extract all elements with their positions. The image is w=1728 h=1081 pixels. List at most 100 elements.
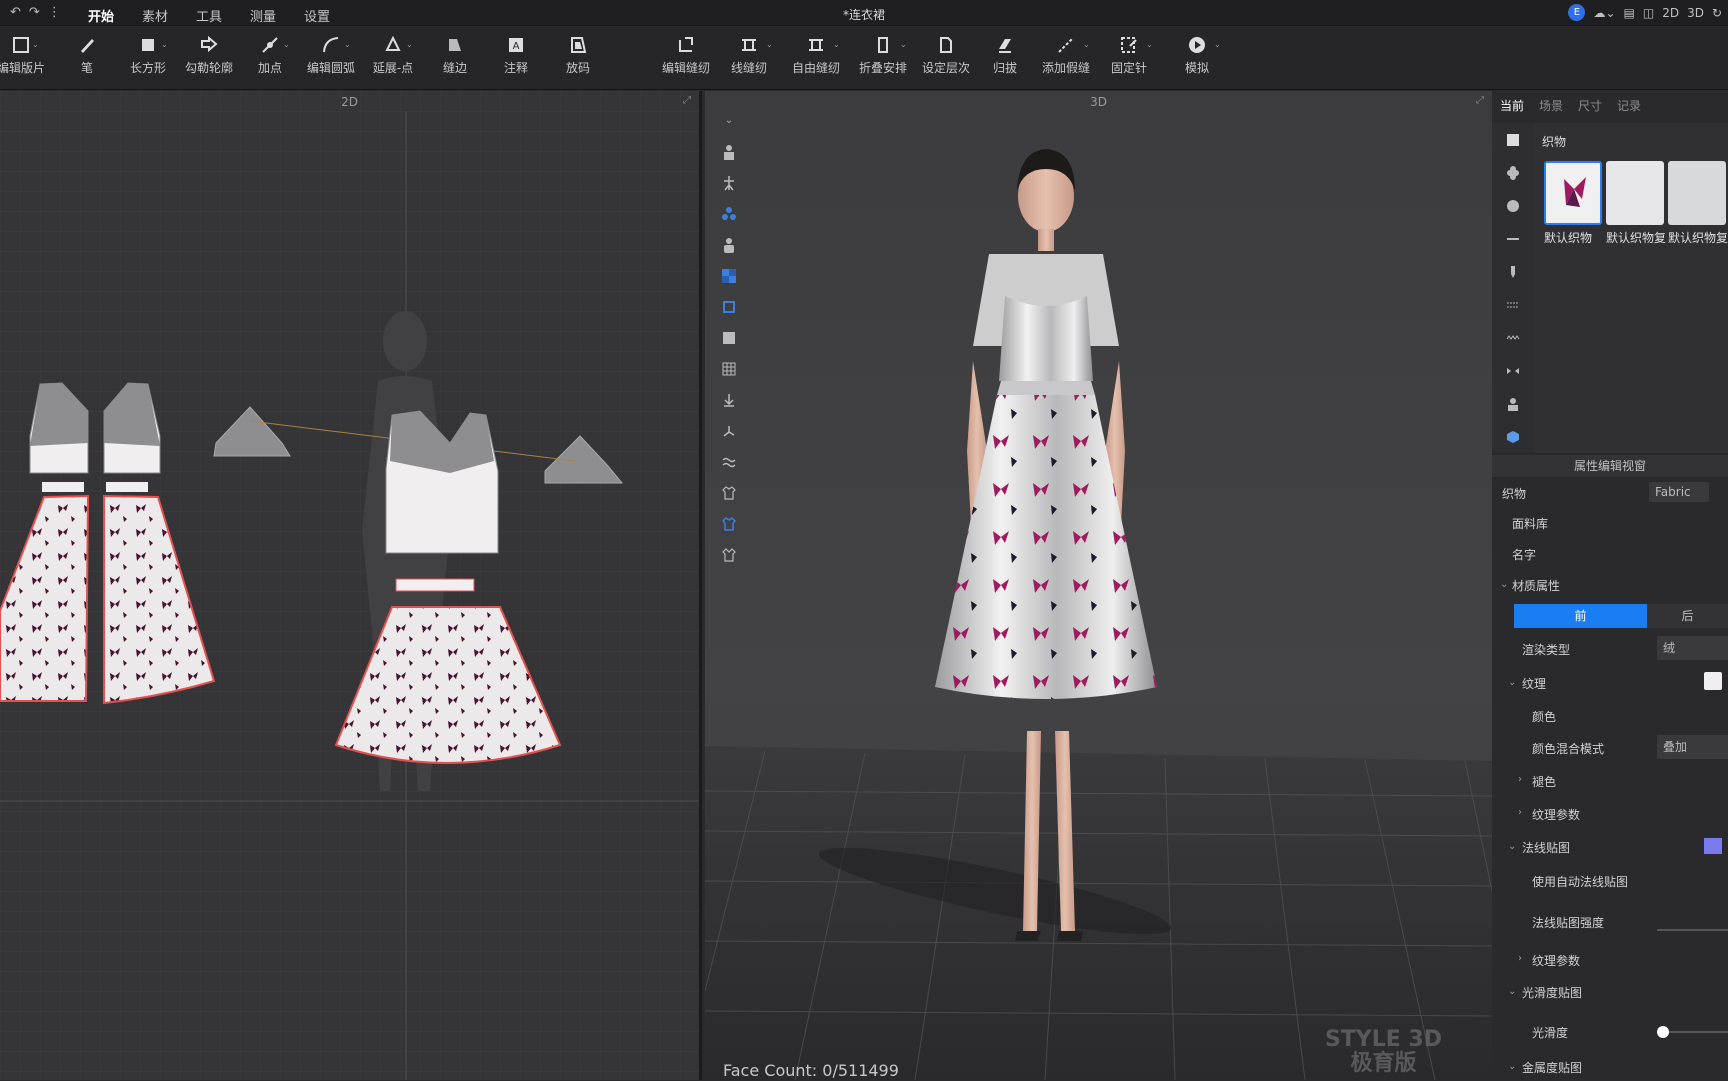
tab-history[interactable]: 记录 [1617,97,1656,114]
title-bar: ↶ ↷ ⋮ 开始 素材 工具 测量 设置 *连衣裙 E ☁⌄ ▤ ◫ 2D 3D… [0,0,1728,26]
tool-segment-sewing[interactable]: ⌄ 线缝纫 [716,35,782,76]
scene-3d-canvas[interactable] [705,91,1492,1080]
tab-current[interactable]: 当前 [1500,97,1539,114]
garment-blue-icon[interactable] [717,508,741,539]
garment-icon[interactable] [717,477,741,508]
stitch-category-icon[interactable] [1492,288,1534,321]
avatar-category-icon[interactable] [1492,387,1534,420]
blend-mode-select[interactable]: 叠加 [1657,735,1728,759]
prop-row-fabric-library[interactable]: 面料库 [1492,507,1728,537]
pattern-2d-window[interactable]: 2D ⤢ [0,91,702,1080]
collapse-icon[interactable]: ⌄ [717,105,741,136]
tool-simulate[interactable]: ⌄ 模拟 [1164,35,1230,76]
fabric-type-badge[interactable]: Fabric [1649,482,1709,502]
prop-row-texture-params[interactable]: › 纹理参数 [1492,798,1728,828]
zipper-category-icon[interactable] [1492,255,1534,288]
buttonhole-category-icon[interactable] [1492,189,1534,222]
render-type-select[interactable]: 绒 [1657,636,1728,660]
view-3d-button[interactable]: 3D [1687,6,1704,20]
prop-row-normal-map[interactable]: ⌄ 法线贴图 [1492,831,1728,861]
refresh-icon[interactable]: ↻ [1712,6,1722,20]
normal-map-swatch[interactable] [1704,838,1722,854]
tool-shrink-stretch[interactable]: 归拔 [972,35,1038,76]
prop-label: 法线贴图 [1522,841,1571,855]
avatar-display-icon[interactable] [717,136,741,167]
waistband-right[interactable] [106,482,148,492]
prop-label: 法线贴图强度 [1532,916,1605,930]
extend-icon: ⌄ [360,35,426,59]
tool-add-point[interactable]: ⌄ 加点 [237,35,303,76]
tool-pen[interactable]: 笔 [54,35,120,76]
prop-label: 纹理参数 [1532,808,1581,822]
tool-edit-arc[interactable]: ⌄ 编辑圆弧 [298,35,364,76]
axis-icon[interactable] [717,415,741,446]
waistband-back[interactable] [395,578,475,592]
gloss-slider-thumb[interactable] [1657,1026,1669,1038]
prop-row-texture[interactable]: ⌄ 纹理 [1492,667,1728,697]
mesh-icon[interactable] [717,353,741,384]
tool-grading[interactable]: 放码 [545,35,611,76]
cloud-icon[interactable]: ☁⌄ [1593,6,1615,20]
tool-trace-outline[interactable]: 勾勒轮廓 [176,35,242,76]
tack-icon: ⌄ [1033,35,1099,59]
measurement-points-icon[interactable] [717,198,741,229]
tool-set-layer[interactable]: 设定层次 [913,35,979,76]
normal-strength-slider[interactable] [1657,929,1728,931]
shirt-icon[interactable] [717,539,741,570]
tool-label: 加点 [257,61,282,75]
tool-pin[interactable]: ⌄ 固定针 [1096,35,1162,76]
waistband-left[interactable] [42,482,84,492]
window-controls: E ☁⌄ ▤ ◫ 2D 3D ↻ [1568,4,1722,21]
prop-row-gloss-map[interactable]: ⌄ 光滑度贴图 [1492,976,1728,1006]
pattern-canvas[interactable] [0,91,702,1080]
tool-add-tack[interactable]: ⌄ 添加假缝 [1033,35,1099,76]
tool-free-sewing[interactable]: ⌄ 自由缝纫 [783,35,849,76]
tab-back[interactable]: 后 [1647,604,1728,628]
prop-row-texture-params-2[interactable]: › 纹理参数 [1492,944,1728,974]
tool-rectangle[interactable]: ⌄ 长方形 [115,35,181,76]
fabric-mode-icon[interactable] [717,291,741,322]
avatar-body-icon[interactable] [717,229,741,260]
split-view-icon[interactable]: ◫ [1643,6,1654,20]
tool-edit-sewing[interactable]: 编辑缝纫 [653,35,719,76]
prop-row-metal-map[interactable]: ⌄ 金属度贴图 [1492,1051,1728,1081]
view-2d-button[interactable]: 2D [1662,6,1679,20]
zigzag-category-icon[interactable] [1492,321,1534,354]
strain-map-icon[interactable] [717,446,741,477]
fabric-label: 默认织物复 [1606,231,1667,245]
tool-fold-arrange[interactable]: ⌄ 折叠安排 [850,35,916,76]
tab-scene[interactable]: 场景 [1539,97,1578,114]
tool-seam-allowance[interactable]: 缝边 [422,35,488,76]
texture-thumbnail[interactable] [1704,672,1722,690]
tab-size[interactable]: 尺寸 [1578,97,1617,114]
prop-label: 使用自动法线贴图 [1532,875,1629,889]
button-category-icon[interactable] [1492,156,1534,189]
tool-label: 缝边 [442,61,467,75]
prop-row-color[interactable]: 颜色 [1492,700,1728,730]
layout-icon[interactable]: ▤ [1624,6,1635,20]
prop-row-name[interactable]: 名字 [1492,538,1728,568]
tool-annotation[interactable]: A 注释 [483,35,549,76]
prop-row-auto-normal[interactable]: 使用自动法线贴图 [1492,865,1728,895]
butterfly-icon [1564,177,1586,207]
tool-edit-pattern[interactable]: ⌄ 编辑版片 [0,35,54,76]
fabric-category-icon[interactable] [1492,123,1534,156]
tool-label: 编辑圆弧 [306,61,355,75]
fabric-thumb-copy-1[interactable] [1606,161,1664,225]
cube-category-icon[interactable] [1492,420,1534,453]
fabric-thumb-copy-2[interactable] [1668,161,1726,225]
fabric-thumb-default[interactable] [1544,161,1602,225]
prop-row-material[interactable]: ⌄ 材质属性 [1492,569,1728,599]
skeleton-icon[interactable] [717,167,741,198]
avatar[interactable]: E [1568,4,1586,21]
bind-category-icon[interactable] [1492,354,1534,387]
pin-icon: ⌄ [1096,35,1162,59]
topstitch-category-icon[interactable] [1492,222,1534,255]
gravity-icon[interactable] [717,384,741,415]
prop-row-dye[interactable]: › 褪色 [1492,765,1728,795]
tab-front[interactable]: 前 [1514,604,1647,628]
tool-extend-point[interactable]: ⌄ 延展-点 [360,35,426,76]
shaded-icon[interactable] [717,322,741,353]
avatar-3d-window[interactable]: 3D ⤢ ⌄ Face Count: 0/511499 STYLE 3D 极育版 [705,91,1492,1080]
checker-texture-icon[interactable] [717,260,741,291]
